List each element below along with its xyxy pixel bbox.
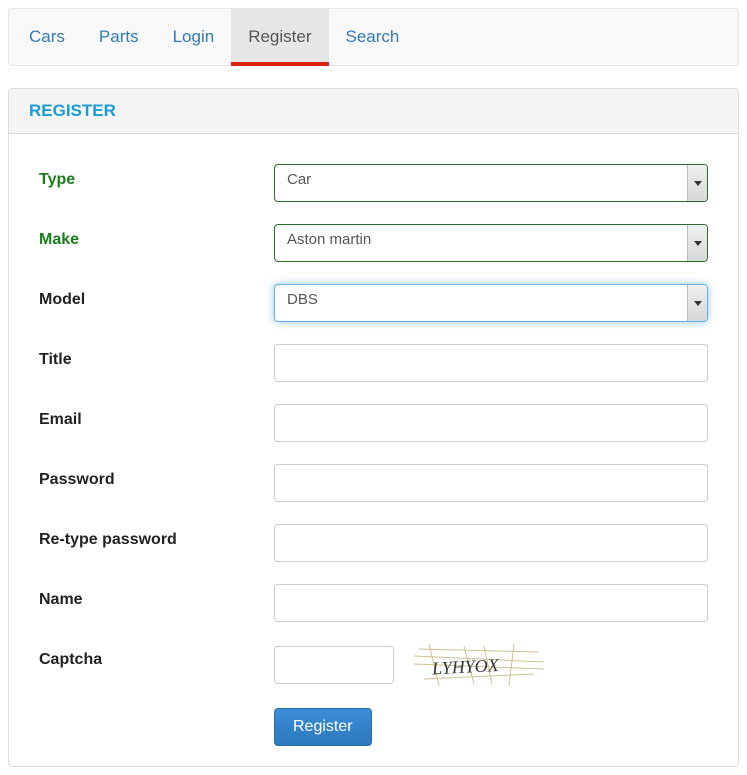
nav-register[interactable]: Register <box>231 9 328 65</box>
email-label: Email <box>39 404 274 429</box>
type-label: Type <box>39 164 274 189</box>
model-select[interactable]: DBS <box>274 284 708 322</box>
nav-search[interactable]: Search <box>329 9 417 65</box>
nav-cars[interactable]: Cars <box>9 9 82 65</box>
captcha-image: LYHYOX <box>414 644 544 686</box>
type-select[interactable]: Car <box>274 164 708 202</box>
register-button[interactable]: Register <box>274 708 372 746</box>
nav-login[interactable]: Login <box>156 9 232 65</box>
nav-parts[interactable]: Parts <box>82 9 156 65</box>
re-password-input[interactable] <box>274 524 708 562</box>
register-panel: REGISTER Type Car Make Aston martin Mode… <box>8 88 739 767</box>
model-label: Model <box>39 284 274 309</box>
make-label: Make <box>39 224 274 249</box>
captcha-label: Captcha <box>39 644 274 669</box>
make-select[interactable]: Aston martin <box>274 224 708 262</box>
register-form: Type Car Make Aston martin Model D <box>9 134 738 766</box>
password-label: Password <box>39 464 274 489</box>
name-label: Name <box>39 584 274 609</box>
captcha-input[interactable] <box>274 646 394 684</box>
nav-bar: Cars Parts Login Register Search <box>8 8 739 66</box>
re-password-label: Re-type password <box>39 524 274 549</box>
svg-text:LYHYOX: LYHYOX <box>431 655 501 679</box>
title-label: Title <box>39 344 274 369</box>
title-input[interactable] <box>274 344 708 382</box>
password-input[interactable] <box>274 464 708 502</box>
panel-heading: REGISTER <box>9 89 738 134</box>
name-input[interactable] <box>274 584 708 622</box>
email-input[interactable] <box>274 404 708 442</box>
